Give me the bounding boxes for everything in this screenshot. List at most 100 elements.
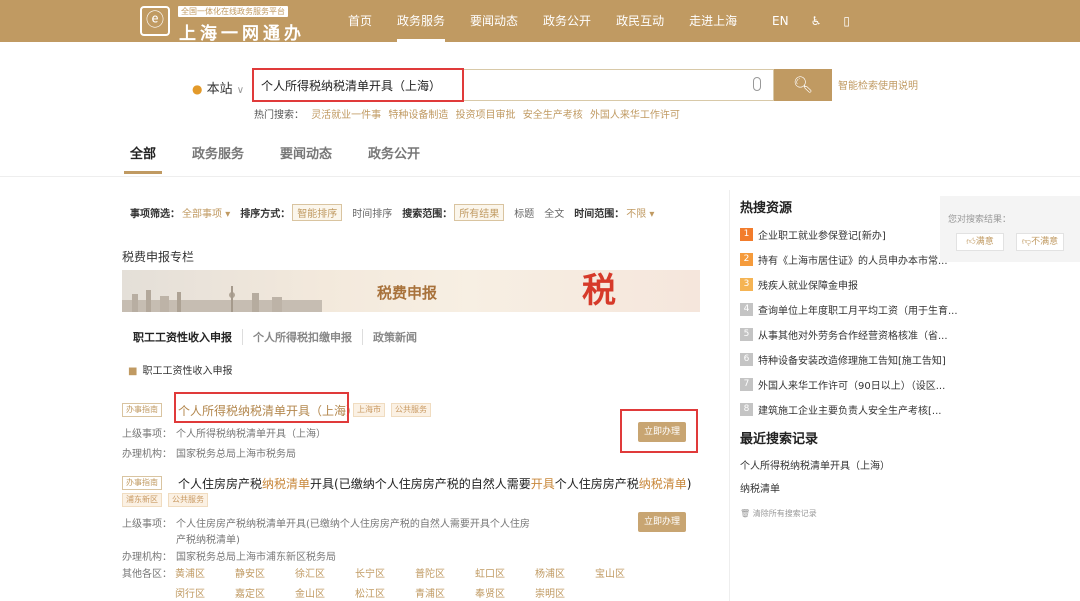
org-value: 国家税务总局上海市浦东新区税务局: [176, 552, 336, 563]
thumbs-up-icon: 👍︎: [966, 237, 976, 247]
district-link[interactable]: 长宁区: [355, 565, 415, 580]
bullet-icon: ■: [128, 366, 138, 377]
range-all-option[interactable]: 所有结果: [454, 204, 505, 221]
hot-resource-item[interactable]: 3 残疾人就业保障金申报: [740, 272, 960, 297]
column-title: 税费申报专栏: [122, 250, 195, 264]
annotation-frame-search: [252, 68, 464, 102]
hot-resource-item[interactable]: 5 从事其他对外劳务合作经营资格核准（省...: [740, 322, 960, 347]
tab-gov-services[interactable]: 政务服务: [192, 143, 244, 168]
sort-time-option[interactable]: 时间排序: [352, 205, 392, 220]
range-title-option[interactable]: 标题: [514, 205, 534, 220]
seal-icon[interactable]: ⓔ: [140, 6, 170, 36]
filter-bar: 事项筛选： 全部事项 ▾ 排序方式： 智能排序 时间排序 搜索范围： 所有结果 …: [130, 204, 664, 221]
district-link[interactable]: 徐汇区: [295, 565, 355, 580]
district-link[interactable]: 静安区: [235, 565, 295, 580]
hot-keyword[interactable]: 灵活就业一件事: [311, 110, 381, 121]
top-header: ⓔ 全国一体化在线政务服务平台 上海一网通办 首页 政务服务 要闻动态 政务公开…: [0, 0, 1080, 44]
title-highlight: 开具: [530, 477, 555, 491]
result-type-tag: 办事指南: [122, 476, 162, 490]
apply-now-button[interactable]: 立即办理: [638, 512, 686, 532]
sub-tab-policy-news[interactable]: 政策新闻: [362, 329, 427, 345]
tab-all[interactable]: 全部: [123, 143, 163, 174]
hot-resource-item[interactable]: 1 企业职工就业参保登记[新办]: [740, 222, 960, 247]
region-tag: 上海市: [353, 403, 385, 417]
rank-badge: 6: [740, 353, 753, 366]
range-full-option[interactable]: 全文: [544, 205, 564, 220]
district-link[interactable]: 松江区: [355, 585, 415, 600]
search-scope-select[interactable]: ● 本站 ∨: [192, 78, 244, 97]
search-help-link[interactable]: 智能检索使用说明: [838, 77, 918, 92]
parent-label: 上级事项：: [122, 429, 172, 440]
hot-resource-item[interactable]: 8 建筑施工企业主要负责人安全生产考核[...: [740, 397, 960, 422]
nav-news[interactable]: 要闻动态: [470, 0, 518, 42]
rank-badge: 8: [740, 403, 753, 416]
hot-resource-label: 外国人来华工作许可（90日以上）（设区...: [758, 381, 946, 392]
tab-gov-open[interactable]: 政务公开: [368, 143, 420, 168]
hot-resource-item[interactable]: 7 外国人来华工作许可（90日以上）（设区...: [740, 372, 960, 397]
district-link[interactable]: 普陀区: [415, 565, 475, 580]
district-link[interactable]: 虹口区: [475, 565, 535, 580]
recent-search-title: 最近搜索记录: [740, 432, 819, 447]
hot-search-label: 热门搜索：: [254, 110, 304, 121]
title-part: 开具(已缴纳个人住房房产税的自然人需要: [310, 477, 531, 491]
caret-down-icon: ▾: [225, 209, 231, 220]
district-link[interactable]: 杨浦区: [535, 565, 595, 580]
feedback-good-button[interactable]: 👍︎满意: [956, 233, 1004, 251]
hot-keyword[interactable]: 外国人来华工作许可: [590, 110, 680, 121]
hot-resource-item[interactable]: 6 特种设备安装改造修理施工告知[施工告知]: [740, 347, 960, 372]
hot-keyword[interactable]: 安全生产考核: [523, 110, 583, 121]
tax-banner[interactable]: 税费申报 税: [122, 270, 700, 312]
district-link[interactable]: 奉贤区: [475, 585, 535, 600]
time-select[interactable]: 不限 ▾: [626, 205, 654, 220]
column-divider: [729, 190, 730, 601]
org-value: 国家税务总局上海市税务局: [176, 449, 296, 460]
district-link[interactable]: 嘉定区: [235, 585, 295, 600]
range-label: 搜索范围：: [402, 209, 453, 220]
hot-keyword[interactable]: 投资项目审批: [456, 110, 516, 121]
sort-label: 排序方式：: [240, 209, 291, 220]
hot-resource-item[interactable]: 4 查询单位上年度职工月平均工资（用于生育...: [740, 297, 960, 322]
parent-value: 个人所得税纳税清单开具（上海）: [176, 429, 326, 440]
recent-search-item[interactable]: 个人所得税纳税清单开具（上海）: [740, 457, 890, 472]
microphone-icon[interactable]: [753, 77, 761, 91]
sort-smart-option[interactable]: 智能排序: [292, 204, 343, 221]
language-switch[interactable]: EN: [772, 14, 789, 28]
nav-gov-services[interactable]: 政务服务: [397, 0, 446, 42]
clear-history-button[interactable]: 🗑︎ 清除所有搜索记录: [740, 508, 817, 519]
filter-item-select[interactable]: 全部事项 ▾: [182, 205, 230, 220]
location-pin-icon: ●: [192, 82, 203, 96]
search-button[interactable]: 🔍︎: [774, 69, 832, 101]
tab-news[interactable]: 要闻动态: [280, 143, 332, 168]
trash-icon: 🗑︎: [740, 509, 751, 518]
nav-home[interactable]: 首页: [348, 0, 372, 42]
column-sub-tabs: 职工工资性收入申报 个人所得税扣缴申报 政策新闻: [133, 329, 427, 345]
caret-down-icon: ▾: [649, 209, 655, 220]
district-link[interactable]: 崇明区: [535, 585, 595, 600]
district-link[interactable]: 青浦区: [415, 585, 475, 600]
site-logo-title[interactable]: 上海一网通办: [179, 19, 305, 44]
title-part: 个人住房房产税: [554, 477, 639, 491]
result-title[interactable]: 个人住房房产税纳税清单开具(已缴纳个人住房房产税的自然人需要开具个人住房房产税纳…: [178, 475, 691, 492]
district-link[interactable]: 宝山区: [595, 565, 655, 580]
hot-keyword[interactable]: 特种设备制造: [388, 110, 448, 121]
column-link[interactable]: ■ 职工工资性收入申报: [128, 362, 232, 377]
rank-badge: 3: [740, 278, 753, 291]
feedback-bad-label: 不满意: [1031, 237, 1059, 247]
search-scope-label: 本站: [206, 82, 233, 97]
district-link[interactable]: 黄浦区: [175, 565, 235, 580]
divider: [0, 176, 1080, 177]
sub-tab-salary[interactable]: 职工工资性收入申报: [133, 329, 242, 345]
parent-value-line2: 产税纳税清单): [176, 535, 240, 546]
district-link[interactable]: 闵行区: [175, 585, 235, 600]
mobile-phone-icon[interactable]: ▯: [843, 14, 850, 28]
search-icon: 🔍︎: [792, 75, 814, 94]
feedback-bad-button[interactable]: 👎︎不满意: [1016, 233, 1064, 251]
accessibility-icon[interactable]: ♿: [811, 14, 822, 28]
hot-resource-item[interactable]: 2 持有《上海市居住证》的人员申办本市常...: [740, 247, 960, 272]
district-link[interactable]: 金山区: [295, 585, 355, 600]
sub-tab-withholding[interactable]: 个人所得税扣缴申报: [242, 329, 362, 345]
nav-gov-open[interactable]: 政务公开: [543, 0, 591, 42]
recent-search-item[interactable]: 纳税清单: [740, 480, 780, 495]
nav-interaction[interactable]: 政民互动: [616, 0, 664, 42]
nav-about-shanghai[interactable]: 走进上海: [689, 0, 737, 42]
